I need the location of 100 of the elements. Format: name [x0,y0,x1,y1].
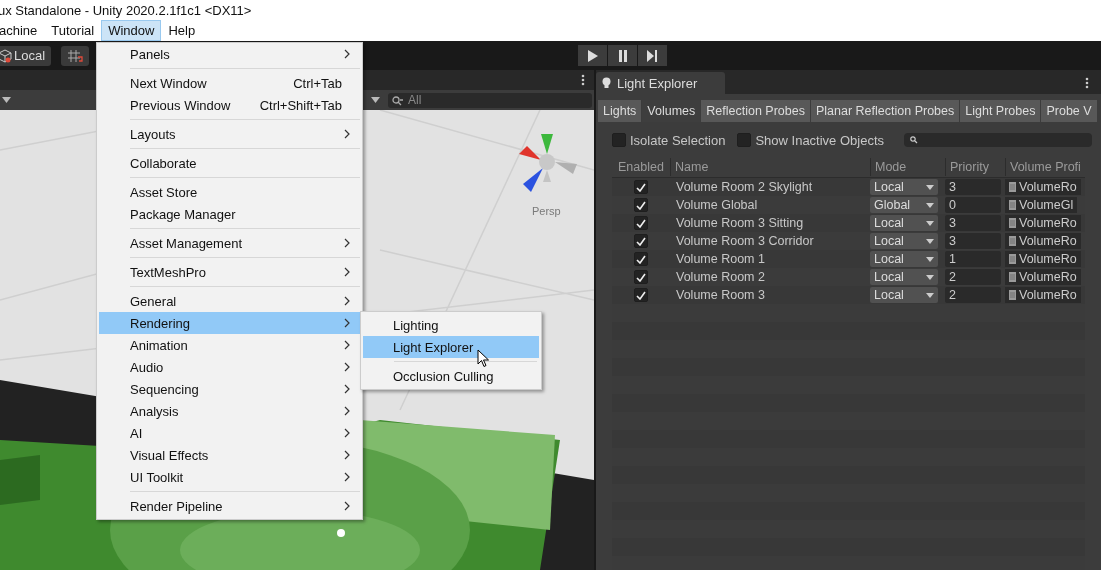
checkbox[interactable] [634,216,648,230]
caret-icon [926,220,934,226]
column-header[interactable]: Enabled [612,158,670,176]
column-header[interactable]: Mode [870,158,945,176]
more-icon[interactable] [581,74,585,86]
pause-button[interactable] [608,45,637,66]
step-button[interactable] [638,45,667,66]
menu-item[interactable]: Analysis [99,400,362,422]
search-field[interactable] [904,133,1093,147]
priority-field[interactable]: 2 [945,287,1001,303]
dropdown-caret-icon[interactable] [2,97,11,103]
menu-item[interactable]: Next Window Ctrl+Tab [99,72,362,94]
menu-item[interactable]: Animation [99,334,362,356]
more-icon[interactable] [1085,77,1089,89]
profile-field[interactable]: VolumeRo [1005,287,1081,303]
menu-item[interactable]: Occlusion Culling [363,365,539,387]
profile-field[interactable]: VolumeRo [1005,215,1081,231]
mode-dropdown[interactable]: Local [870,287,938,303]
checkbox[interactable] [634,180,648,194]
menu-item[interactable]: Previous Window Ctrl+Shift+Tab [99,94,362,116]
menu-bar-item[interactable]: Tutorial [44,20,102,41]
menu-item[interactable]: Rendering [99,312,362,334]
tab[interactable]: Reflection Probes [701,100,810,122]
tab[interactable]: Planar Reflection Probes [811,100,960,122]
chevron-right-icon [344,472,350,482]
chevron-right-icon [344,340,350,350]
menu-item[interactable]: UI Toolkit [99,466,362,488]
mode-dropdown[interactable]: Local [870,251,938,267]
lightbulb-icon [602,77,611,89]
mode-dropdown[interactable]: Local [870,233,938,249]
column-header[interactable]: Name [670,158,870,176]
checkbox[interactable] [612,133,626,147]
menu-item[interactable]: Sequencing [99,378,362,400]
menu-item[interactable]: Light Explorer [363,336,539,358]
tab[interactable]: Lights [598,100,642,122]
checkbox[interactable] [634,288,648,302]
panel-tab[interactable]: Light Explorer [596,72,726,94]
menu-item[interactable]: Asset Management [99,232,362,254]
menu-item[interactable]: Collaborate [99,152,362,174]
profile-field[interactable]: VolumeGl [1005,197,1078,213]
checkbox-label: Isolate Selection [630,132,726,148]
mode-dropdown[interactable]: Local [870,269,938,285]
priority-field[interactable]: 0 [945,197,1001,213]
menu-item[interactable]: TextMeshPro [99,261,362,283]
priority-field[interactable]: 3 [945,215,1001,231]
menu-item[interactable]: Lighting [363,314,539,336]
chevron-right-icon [344,384,350,394]
checkbox[interactable] [737,133,752,147]
column-header[interactable]: Priority [945,158,1005,176]
caret-icon [926,184,934,190]
table-cell: Volume Room 3 [676,288,765,302]
priority-field[interactable]: 3 [945,179,1001,195]
chevron-right-icon [344,428,350,438]
menu-item[interactable]: General [99,290,362,312]
menu-item[interactable]: Render Pipeline [99,495,362,517]
column-header[interactable]: Volume Profi [1005,158,1085,176]
file-icon [1009,272,1016,282]
checkbox[interactable] [634,198,648,212]
mode-dropdown[interactable]: Global [870,197,938,213]
menu-bar-item[interactable]: Window [101,20,162,41]
search-field[interactable]: All [388,92,592,108]
mode-dropdown[interactable]: Local [870,179,938,195]
chevron-right-icon [344,238,350,248]
chevron-right-icon [344,267,350,277]
chevron-right-icon [344,362,350,372]
play-button[interactable] [578,45,607,66]
menu-bar-item[interactable]: Help [161,20,203,41]
checkbox[interactable] [634,234,648,248]
priority-field[interactable]: 3 [945,233,1001,249]
table-cell: Volume Room 1 [676,252,765,266]
menu-item[interactable]: Package Manager [99,203,362,225]
tab[interactable]: Light Probes [960,100,1041,122]
profile-field[interactable]: VolumeRo [1005,251,1081,267]
grid-snap-button[interactable] [61,45,90,66]
file-icon [1009,200,1016,210]
chevron-right-icon [344,129,350,139]
checkbox[interactable] [634,252,648,266]
caret-icon [926,292,934,298]
menu-item[interactable]: Audio [99,356,362,378]
chevron-right-icon [344,501,350,511]
tab[interactable]: Probe V [1041,100,1097,122]
menu-item[interactable]: AI [99,422,362,444]
checkbox[interactable] [634,270,648,284]
pivot-button[interactable]: Local [0,45,52,66]
priority-field[interactable]: 2 [945,269,1001,285]
menu-item[interactable]: Visual Effects [99,444,362,466]
menu-item[interactable]: Panels [99,43,362,65]
menu-item[interactable]: Asset Store [99,181,362,203]
cursor-icon [477,349,490,368]
menu-item[interactable]: Layouts [99,123,362,145]
cube-icon [0,48,12,63]
table-cell: Volume Global [676,198,758,212]
profile-field[interactable]: VolumeRo [1005,233,1081,249]
menu-bar-item[interactable]: achine [0,20,45,41]
profile-field[interactable]: VolumeRo [1005,179,1081,195]
priority-field[interactable]: 1 [945,251,1001,267]
profile-field[interactable]: VolumeRo [1005,269,1081,285]
dropdown-caret-icon[interactable] [371,97,380,103]
mode-dropdown[interactable]: Local [870,215,938,231]
file-icon [1009,290,1016,300]
